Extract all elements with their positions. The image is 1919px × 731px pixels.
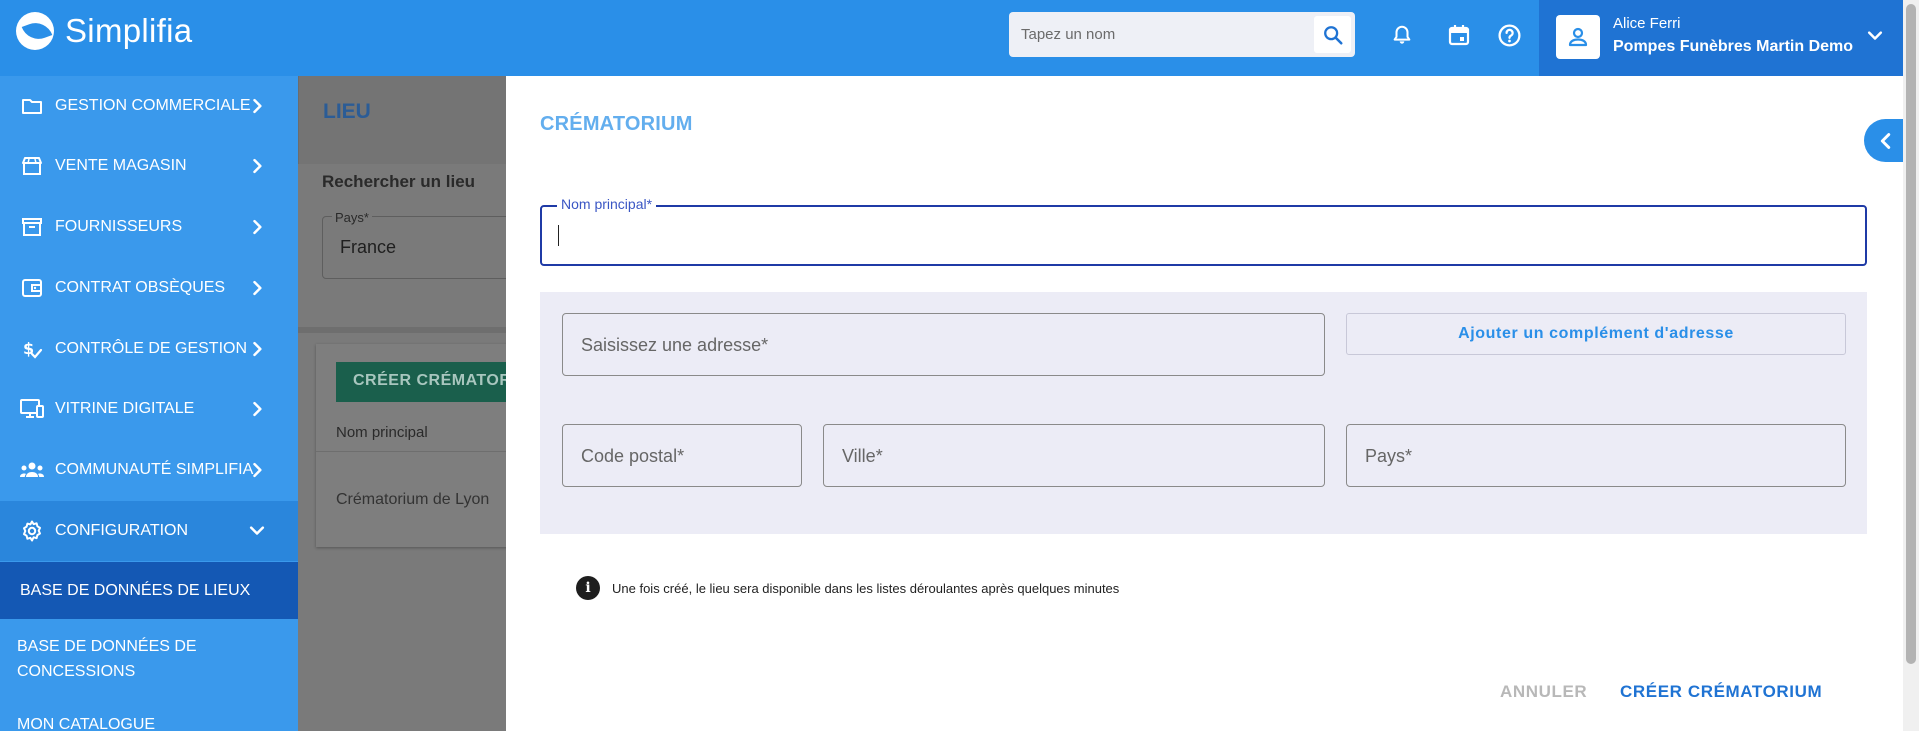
create-crematorium-button[interactable]: CRÉER CRÉMATORIUM — [336, 362, 506, 402]
folder-icon — [19, 93, 45, 119]
results-card: CRÉER CRÉMATORIUM Nom principal Crémator… — [316, 344, 506, 547]
chevron-right-icon — [253, 158, 262, 174]
chevron-right-icon — [253, 401, 262, 417]
sidebar-item-configuration[interactable]: CONFIGURATION — [0, 501, 298, 561]
sidebar-subitem-mon-catalogue[interactable]: MON CATALOGUE — [0, 712, 298, 731]
main-name-input[interactable] — [556, 222, 1856, 250]
divider — [298, 327, 506, 333]
user-menu[interactable]: Alice Ferri Pompes Funèbres Martin Demo — [1539, 0, 1903, 76]
sidebar-item-label: CONTRAT OBSÈQUES — [55, 279, 226, 296]
monitor-icon — [19, 396, 45, 422]
sidebar-item-label: COMMUNAUTÉ SIMPLIFIA — [55, 461, 254, 478]
search-input[interactable] — [1009, 12, 1309, 57]
bell-icon — [1393, 25, 1411, 44]
top-bar: Simplifia Alice Ferri Pompes Funèbres Ma… — [0, 0, 1903, 76]
avatar — [1556, 15, 1600, 59]
help-icon — [1497, 23, 1521, 47]
page-title: LIEU — [323, 100, 371, 123]
logo-text: Simplifia — [65, 12, 193, 49]
chevron-right-icon — [253, 219, 262, 235]
drawer-title: CRÉMATORIUM — [540, 113, 693, 135]
chevron-right-icon — [253, 280, 262, 296]
archive-icon — [19, 214, 45, 240]
country-select-label: Pays* — [332, 210, 372, 225]
sidebar-item-contrat-obseques[interactable]: CONTRAT OBSÈQUES — [0, 258, 298, 318]
chevron-down-icon — [249, 526, 265, 535]
create-crematorium-drawer: CRÉMATORIUM Nom principal* Saisissez une… — [506, 76, 1907, 731]
address-placeholder: Saisissez une adresse* — [581, 335, 769, 355]
gear-icon — [19, 518, 45, 544]
cancel-button[interactable]: ANNULER — [1500, 682, 1587, 702]
chevron-right-icon — [253, 462, 262, 478]
postal-code-placeholder: Code postal* — [581, 446, 685, 466]
scrollbar[interactable] — [1903, 0, 1919, 731]
sidebar-item-gestion-commerciale[interactable]: GESTION COMMERCIALE — [0, 76, 298, 136]
search-icon — [1323, 25, 1343, 45]
info-icon: i — [576, 576, 600, 600]
search-box — [1009, 12, 1355, 57]
sidebar-subitem-base-lieux[interactable]: BASE DE DONNÉES DE LIEUX — [0, 562, 298, 619]
city-input[interactable]: Ville* — [823, 424, 1325, 487]
info-text: Une fois créé, le lieu sera disponible d… — [612, 580, 1120, 596]
calendar-icon — [1448, 25, 1470, 46]
people-icon — [19, 457, 45, 483]
chevron-left-icon — [1880, 132, 1890, 149]
sidebar-item-label: CONFIGURATION — [55, 522, 189, 539]
create-button[interactable]: CRÉER CRÉMATORIUM — [1620, 682, 1822, 702]
user-company: Pompes Funèbres Martin Demo — [1613, 38, 1854, 55]
app-logo[interactable]: Simplifia — [16, 12, 192, 50]
sidebar: GESTION COMMERCIALE VENTE MAGASIN FOURNI… — [0, 76, 298, 731]
user-icon — [1568, 27, 1588, 47]
address-input[interactable]: Saisissez une adresse* — [562, 313, 1325, 376]
country-placeholder: Pays* — [1365, 446, 1413, 466]
money-check-icon: $ — [19, 336, 45, 362]
table-header-nom-principal: Nom principal — [336, 424, 428, 441]
text-cursor — [558, 225, 559, 246]
sidebar-item-label: GESTION COMMERCIALE — [55, 97, 251, 114]
chevron-right-icon — [253, 98, 262, 114]
wallet-icon — [19, 275, 45, 301]
search-section-title: Rechercher un lieu — [322, 172, 476, 191]
sidebar-item-label: FOURNISSEURS — [55, 218, 183, 235]
info-notice: i Une fois créé, le lieu sera disponible… — [576, 576, 1119, 600]
main-name-label: Nom principal* — [557, 196, 657, 212]
sidebar-item-controle-de-gestion[interactable]: $ CONTRÔLE DE GESTION — [0, 319, 298, 379]
sidebar-item-label: CONTRÔLE DE GESTION — [55, 340, 248, 357]
page-header: LIEU — [298, 76, 506, 164]
sidebar-item-label: VENTE MAGASIN — [55, 157, 187, 174]
sidebar-item-label: VITRINE DIGITALE — [55, 400, 195, 417]
postal-code-input[interactable]: Code postal* — [562, 424, 802, 487]
sidebar-item-fournisseurs[interactable]: FOURNISSEURS — [0, 197, 298, 257]
scrollbar-thumb[interactable] — [1906, 4, 1916, 664]
notifications-button[interactable] — [1388, 21, 1416, 49]
sidebar-item-vente-magasin[interactable]: VENTE MAGASIN — [0, 136, 298, 196]
table-row[interactable]: Crématorium de Lyon — [336, 491, 489, 509]
city-placeholder: Ville* — [842, 446, 883, 466]
country-input[interactable]: Pays* — [1346, 424, 1846, 487]
store-icon — [19, 153, 45, 179]
logo-icon — [16, 12, 54, 50]
user-name: Alice Ferri — [1613, 15, 1681, 32]
add-address-complement-button[interactable]: Ajouter un complément d'adresse — [1346, 313, 1846, 355]
collapse-drawer-button[interactable] — [1864, 119, 1907, 162]
country-select-value: France — [340, 237, 397, 257]
calendar-button[interactable] — [1445, 21, 1473, 49]
address-panel: Saisissez une adresse* Ajouter un complé… — [540, 292, 1867, 534]
sidebar-item-communaute-simplifia[interactable]: COMMUNAUTÉ SIMPLIFIA — [0, 440, 298, 500]
chevron-right-icon — [253, 341, 262, 357]
search-button[interactable] — [1314, 16, 1351, 53]
sidebar-item-vitrine-digitale[interactable]: VITRINE DIGITALE — [0, 379, 298, 439]
page-background: LIEU Rechercher un lieu Pays* France CRÉ… — [298, 76, 506, 731]
help-button[interactable] — [1495, 21, 1523, 49]
sidebar-subitem-base-concessions[interactable]: BASE DE DONNÉES DE CONCESSIONS — [0, 634, 220, 684]
chevron-down-icon[interactable] — [1865, 26, 1885, 46]
